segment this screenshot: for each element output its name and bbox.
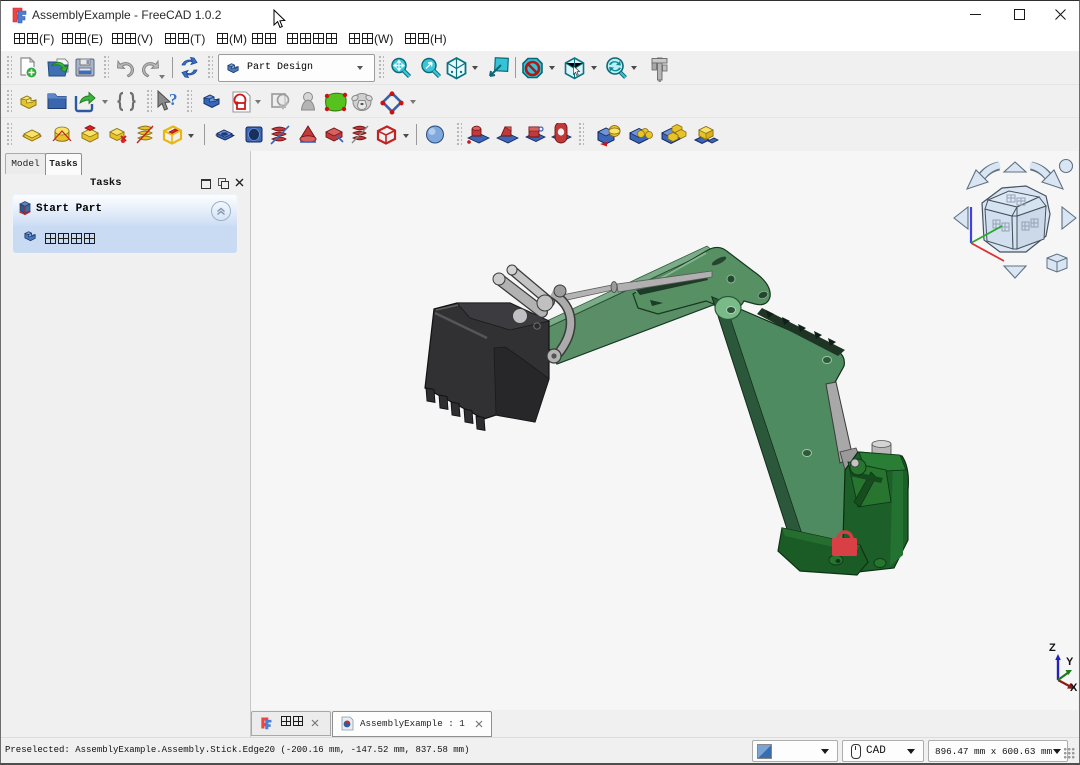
svg-text:?: ?	[169, 90, 178, 109]
svg-text:Y: Y	[1066, 656, 1074, 668]
svg-text:X: X	[1070, 682, 1078, 694]
svg-text:Z: Z	[1049, 642, 1056, 654]
